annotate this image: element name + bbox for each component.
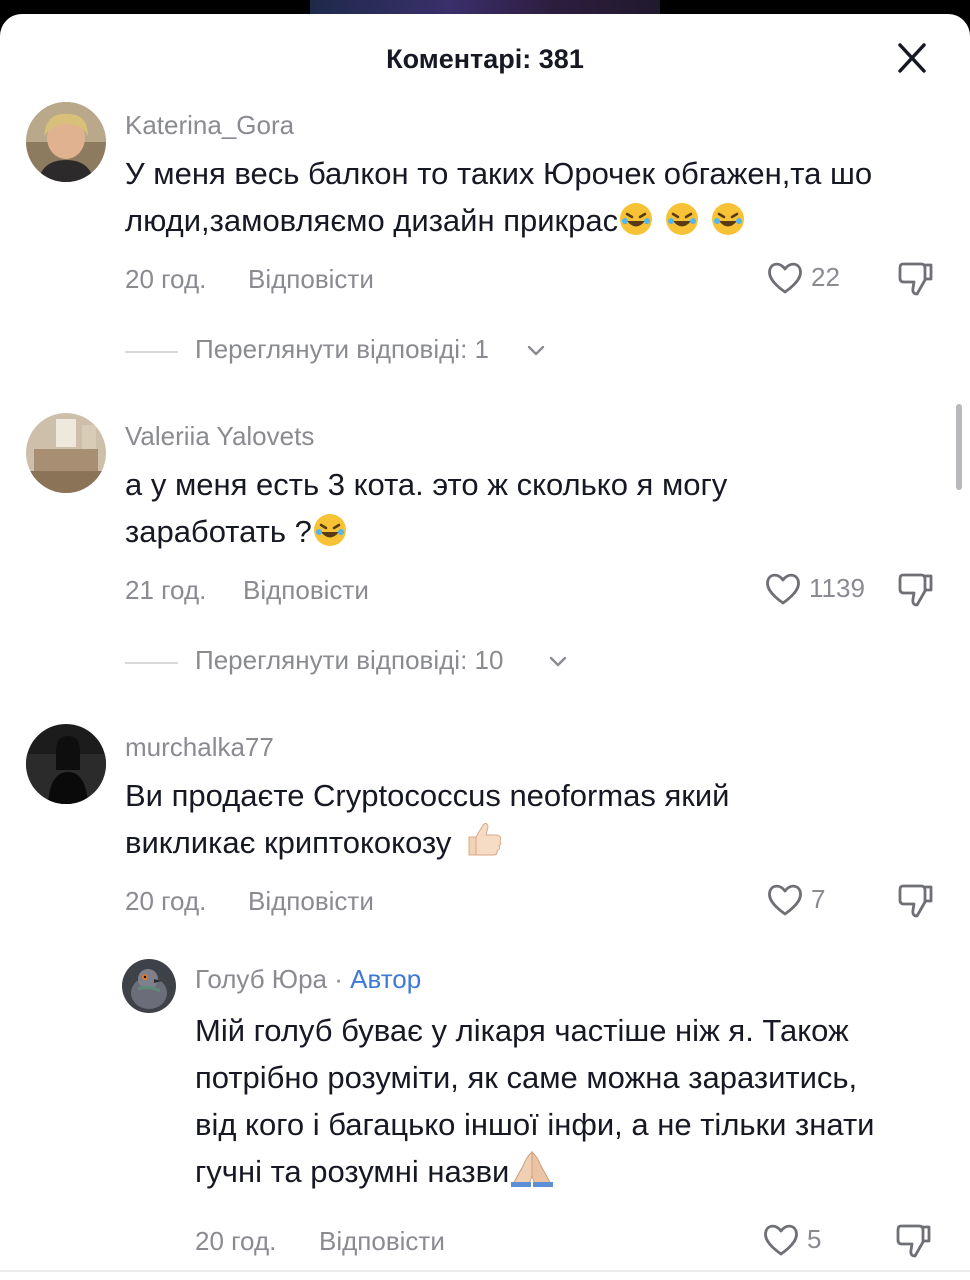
author-separator: · [327,964,351,994]
comment-text-segment: заработать ? [125,514,312,549]
heart-icon [768,884,802,916]
comments-sheet: Коментарі: 381 Katerina_Gora У меня весь… [0,14,970,1280]
comment-text-line: У меня весь балкон то таких Юрочек обгаж… [125,156,873,191]
comment-text-line: заработать ? [125,508,955,555]
like-button[interactable]: 5 [761,1220,851,1260]
comment-username[interactable]: murchalka77 [125,732,274,763]
author-badge: Автор [350,964,422,994]
reply-text-line: потрібно розуміти, як саме можна заразит… [195,1060,858,1095]
comment-text-line: викликає криптококозу [125,819,955,866]
reply-text-segment: гучні та розумні назви [195,1154,510,1189]
reply-username-row: Голуб Юра · Автор [195,964,421,995]
dislike-button[interactable] [893,1220,933,1260]
view-replies-label: Переглянути відповіді: 1 [195,334,489,364]
avatar[interactable] [122,959,176,1013]
like-button[interactable]: 1139 [763,569,893,609]
reply-text-line: гучні та розумні назви [195,1148,955,1195]
comment-text-segment: викликає криптококозу [125,825,452,860]
reply-button[interactable]: Відповісти [248,264,374,295]
close-icon [898,43,926,73]
thumbs-down-icon [898,884,933,918]
comment-text-line: а у меня есть 3 кота. это ж сколько я мо… [125,467,728,502]
reply-text: Мій голуб буває у лікаря частіше ніж я. … [195,1007,955,1195]
thumbs-down-icon [898,262,933,296]
comment-username[interactable]: Katerina_Gora [125,110,294,141]
comment-time: 20 год. [125,264,207,294]
view-replies-button[interactable]: Переглянути відповіді: 1 [125,334,555,366]
thumbs-down-icon [896,1224,931,1258]
avatar[interactable] [26,102,106,182]
comment-text: а у меня есть 3 кота. это ж сколько я мо… [125,461,955,555]
like-count: 5 [807,1224,822,1254]
comment-username[interactable]: Valeriia Yalovets [125,421,314,452]
close-button[interactable] [890,42,934,76]
heart-icon [768,262,802,294]
laughing-emoji-icon [620,203,653,235]
comment-text-line: Ви продаєте Cryptococcus neoformas який [125,778,730,813]
comment-text: У меня весь балкон то таких Юрочек обгаж… [125,150,955,244]
dislike-button[interactable] [895,258,935,298]
like-button[interactable]: 22 [765,258,875,298]
laughing-emoji-icon [712,203,745,235]
comments-title: Коментарі: 381 [386,44,584,74]
avatar[interactable] [26,724,106,804]
laughing-emoji-icon [666,203,699,235]
scrollbar[interactable] [956,404,962,490]
comment-text: Ви продаєте Cryptococcus neoformas який … [125,772,955,866]
view-replies-label: Переглянути відповіді: 10 [195,645,504,675]
reply-username[interactable]: Голуб Юра [195,964,327,994]
reply-time: 20 год. [195,1226,277,1256]
chevron-down-icon [549,656,567,667]
chevron-down-icon [527,345,545,356]
thumbs-down-icon [898,573,933,607]
comment-text-segment: люди,замовляємо дизайн прикрас [125,203,619,238]
folded-hands-emoji-icon [511,1150,554,1187]
reply-button[interactable]: Відповісти [319,1226,445,1257]
dislike-button[interactable] [895,569,935,609]
thumbs-up-emoji-icon [468,822,502,856]
like-count: 22 [811,262,840,292]
view-replies-button[interactable]: Переглянути відповіді: 10 [125,645,585,677]
reply-text-line: від кого і багацько іншої інфи, а не тіл… [195,1107,875,1142]
like-count: 7 [811,884,826,914]
comments-header: Коментарі: 381 [0,14,970,104]
heart-icon [766,573,800,605]
comment-time: 20 год. [125,886,207,916]
reply-text-line: Мій голуб буває у лікаря частіше ніж я. … [195,1013,849,1048]
divider-line [125,662,178,664]
avatar[interactable] [26,413,106,493]
divider [0,1270,970,1272]
dislike-button[interactable] [895,880,935,920]
like-button[interactable]: 7 [765,880,855,920]
laughing-emoji-icon [313,514,346,546]
reply-button[interactable]: Відповісти [248,886,374,917]
heart-icon [764,1224,798,1256]
video-thumbnail-strip [310,0,660,14]
comment-time: 21 год. [125,575,207,605]
divider-line [125,351,178,353]
comment-text-line: люди,замовляємо дизайн прикрас [125,197,955,244]
reply-button[interactable]: Відповісти [243,575,369,606]
like-count: 1139 [809,573,865,603]
